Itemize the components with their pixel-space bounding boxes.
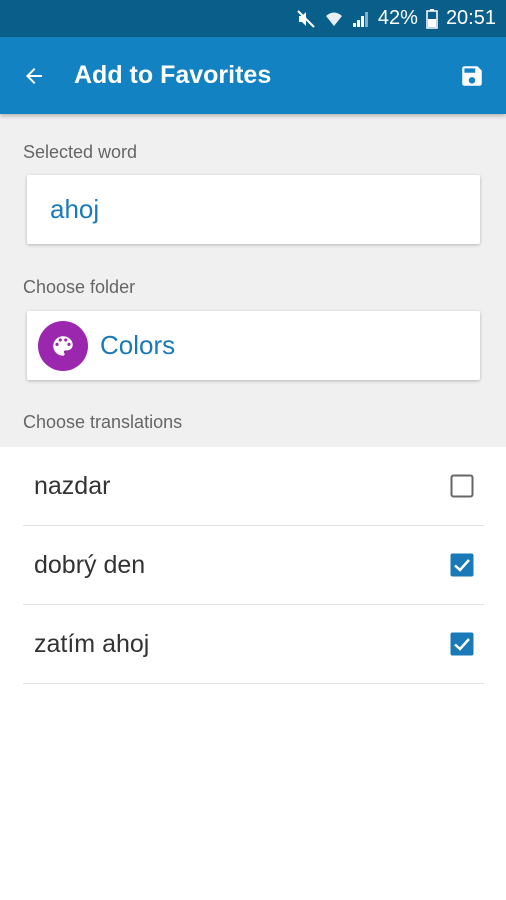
list-item[interactable]: zatím ahoj (23, 605, 484, 684)
wifi-icon (324, 10, 344, 28)
list-item[interactable]: nazdar (23, 447, 484, 526)
choose-folder-label: Choose folder (23, 277, 136, 297)
clock: 20:51 (445, 7, 496, 29)
battery-icon (426, 8, 438, 29)
form-panel: Selected word ahoj Choose folder Colors … (0, 114, 506, 447)
folder-name: Colors (100, 330, 176, 360)
palette-icon (38, 320, 88, 371)
selected-word-label: Selected word (23, 142, 138, 162)
app-bar: Add to Favorites (0, 37, 506, 114)
selected-word-value: ahoj (50, 194, 100, 224)
translation-label: dobrý den (34, 550, 146, 579)
list-item[interactable]: dobrý den (23, 526, 484, 605)
choose-translations-label: Choose translations (23, 412, 183, 432)
save-icon[interactable] (458, 62, 486, 90)
checkbox-checked[interactable] (450, 553, 474, 577)
battery-percent: 42% (377, 7, 418, 29)
checkbox-unchecked[interactable] (450, 474, 474, 498)
signal-icon (352, 10, 370, 28)
arrow-left-icon[interactable] (22, 64, 46, 88)
folder-select[interactable]: Colors (27, 311, 480, 380)
translation-label: nazdar (34, 471, 111, 500)
status-bar: 42% 20:51 (0, 0, 506, 37)
translation-label: zatím ahoj (34, 629, 150, 658)
mute-icon (296, 9, 316, 29)
page-title: Add to Favorites (74, 61, 272, 89)
selected-word-card[interactable]: ahoj (27, 175, 480, 244)
translations-list: nazdar dobrý den zatím ahoj (0, 447, 506, 684)
checkbox-checked[interactable] (450, 632, 474, 656)
